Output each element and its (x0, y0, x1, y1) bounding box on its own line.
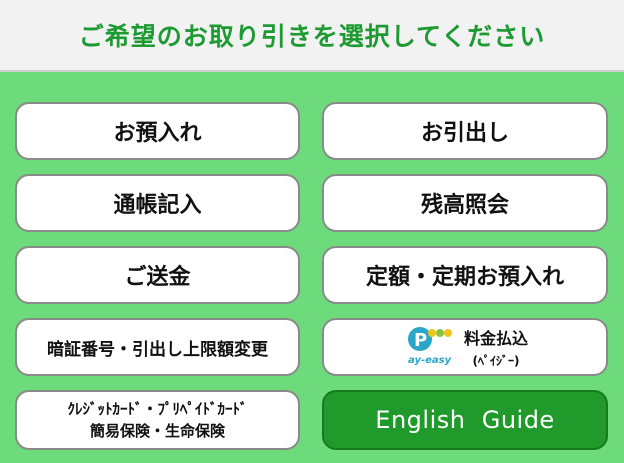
payeasy-button[interactable]: P ay-easy 料金払込 (ﾍﾟｲｼﾞｰ) (322, 318, 608, 376)
transaction-menu: お預入れ お引出し 通帳記入 残高照会 ご送金 定額・定期お預入れ 暗証番号・引… (0, 72, 624, 463)
passbook-update-label: 通帳記入 (113, 193, 202, 218)
english-guide-button[interactable]: English Guide (322, 390, 608, 450)
deposit-button[interactable]: お預入れ (15, 102, 300, 160)
payeasy-sublabel: (ﾍﾟｲｼﾞｰ) (472, 354, 520, 368)
passbook-update-button[interactable]: 通帳記入 (15, 174, 300, 232)
payeasy-label: 料金払込 (463, 329, 528, 348)
withdrawal-label: お引出し (420, 121, 509, 146)
payeasy-text: 料金払込 (ﾍﾟｲｼﾞｰ) (464, 325, 528, 369)
card-insurance-button[interactable]: ｸﾚｼﾞｯﾄｶｰﾄﾞ・ﾌﾟﾘﾍﾟｲﾄﾞｶｰﾄﾞ 簡易保険・生命保険 (15, 390, 300, 450)
pay-easy-logo-text: ay-easy (408, 355, 452, 366)
balance-inquiry-button[interactable]: 残高照会 (322, 174, 608, 232)
page-title: ご希望のお取り引きを選択してください (78, 22, 546, 51)
withdrawal-button[interactable]: お引出し (322, 102, 608, 160)
time-deposit-button[interactable]: 定額・定期お預入れ (322, 246, 608, 304)
english-guide-label: English Guide (375, 406, 555, 434)
pay-easy-logo-icon: P ay-easy (407, 327, 452, 366)
time-deposit-label: 定額・定期お預入れ (365, 265, 564, 290)
pin-change-label: 暗証番号・引出し上限額変更 (47, 339, 268, 360)
card-insurance-label-line1: ｸﾚｼﾞｯﾄｶｰﾄﾞ・ﾌﾟﾘﾍﾟｲﾄﾞｶｰﾄﾞ (67, 400, 248, 418)
header-bar: ご希望のお取り引きを選択してください (0, 0, 624, 72)
svg-text:P: P (414, 330, 427, 351)
deposit-label: お預入れ (113, 121, 202, 146)
balance-inquiry-label: 残高照会 (420, 193, 509, 218)
transfer-label: ご送金 (124, 265, 191, 290)
transfer-button[interactable]: ご送金 (15, 246, 300, 304)
card-insurance-label-line2: 簡易保険・生命保険 (89, 422, 225, 440)
pin-change-button[interactable]: 暗証番号・引出し上限額変更 (15, 318, 300, 376)
